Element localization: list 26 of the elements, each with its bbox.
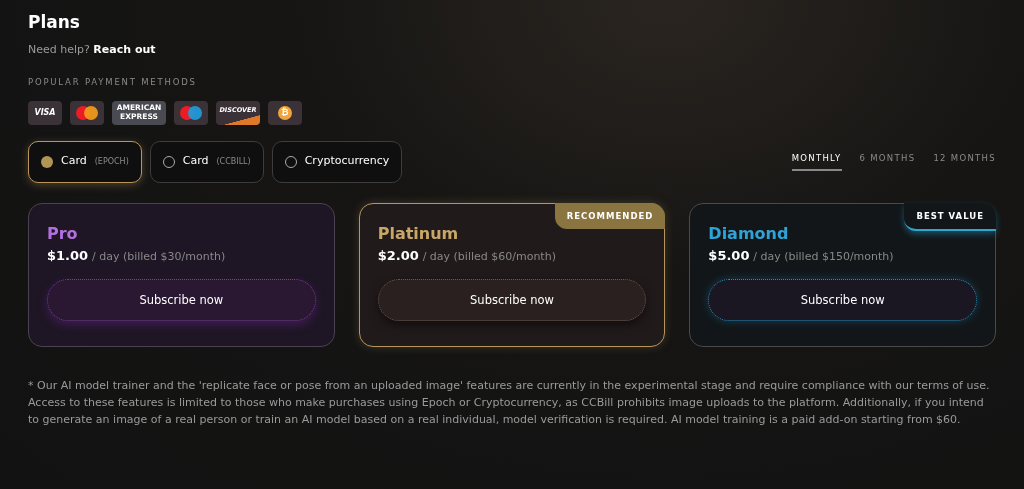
visa-logo: VISA bbox=[28, 100, 62, 125]
footnote: * Our AI model trainer and the 'replicate face or pose from an uploaded image' features are currently in the experimental stage and require compliance with our terms of use. Access to these features is limited to those who make purchases using Epoch or Cryptocurrency, as CCBill prohibits image uploads to the platform. Additionally, if you intend to generate an image of a real person or train an AI model based on a real individual, model verification is required. AI model training is a paid add-on starting from $60. bbox=[28, 377, 991, 428]
subscribe-button[interactable]: Subscribe now bbox=[708, 279, 977, 322]
section-label: POPULAR PAYMENT METHODS bbox=[28, 75, 198, 89]
period-tab[interactable]: 6 MONTHS bbox=[859, 152, 916, 171]
help-text: Need help? Reach out bbox=[28, 42, 157, 59]
subscribe-button[interactable]: Subscribe now bbox=[47, 279, 316, 322]
payment-option[interactable]: Card (EPOCH) bbox=[28, 140, 142, 183]
subscribe-button[interactable]: Subscribe now bbox=[377, 279, 647, 322]
plan-price: $5.00 / day (billed $150/month) bbox=[708, 246, 895, 265]
plan-price: $1.00 / day (billed $30/month) bbox=[47, 246, 227, 265]
period-tab[interactable]: 12 MONTHS bbox=[933, 152, 996, 171]
plan-name: Diamond bbox=[708, 222, 790, 245]
maestro-logo bbox=[174, 100, 208, 125]
plan-badge: BEST VALUE bbox=[904, 202, 996, 232]
bitcoin-logo: ₿ bbox=[268, 100, 302, 125]
reach-out-link[interactable]: Reach out bbox=[93, 43, 156, 57]
payment-option[interactable]: Cryptocurrency bbox=[271, 140, 403, 183]
plan-name: Platinum bbox=[377, 222, 460, 245]
page-title: Plans bbox=[28, 12, 81, 33]
plan-name: Pro bbox=[47, 222, 79, 245]
mastercard-logo bbox=[70, 100, 104, 125]
plan-badge: RECOMMENDED bbox=[554, 202, 666, 230]
period-tab[interactable]: MONTHLY bbox=[791, 152, 842, 171]
payment-option[interactable]: Card (CCBILL) bbox=[149, 140, 264, 183]
plan-price: $2.00 / day (billed $60/month) bbox=[377, 246, 557, 265]
